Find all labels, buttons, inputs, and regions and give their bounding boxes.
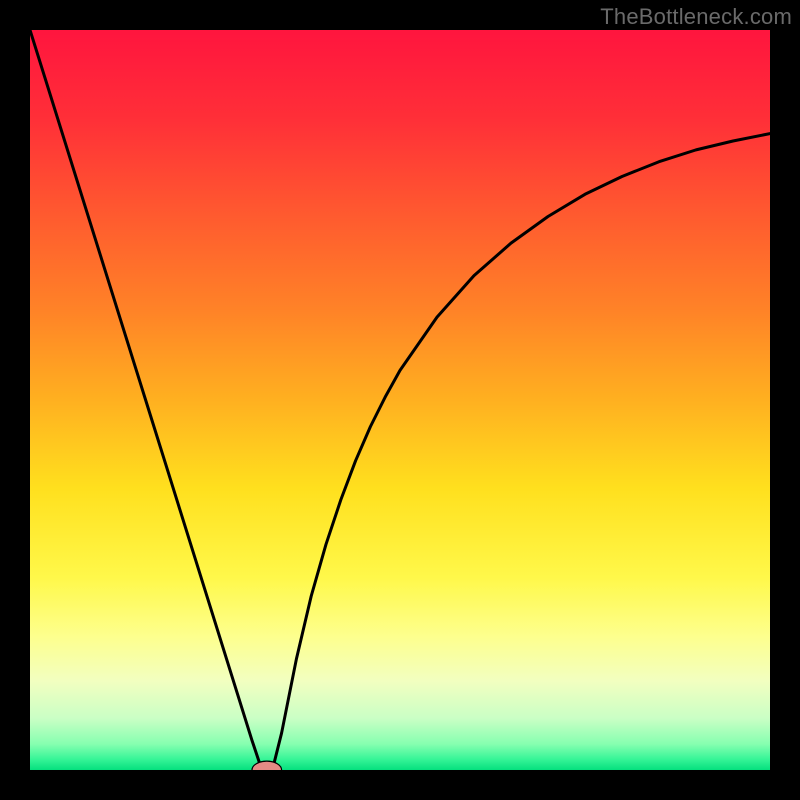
chart-svg (30, 30, 770, 770)
gradient-background (30, 30, 770, 770)
watermark-text: TheBottleneck.com (600, 4, 792, 30)
outer-frame: TheBottleneck.com (0, 0, 800, 800)
plot-area (30, 30, 770, 770)
